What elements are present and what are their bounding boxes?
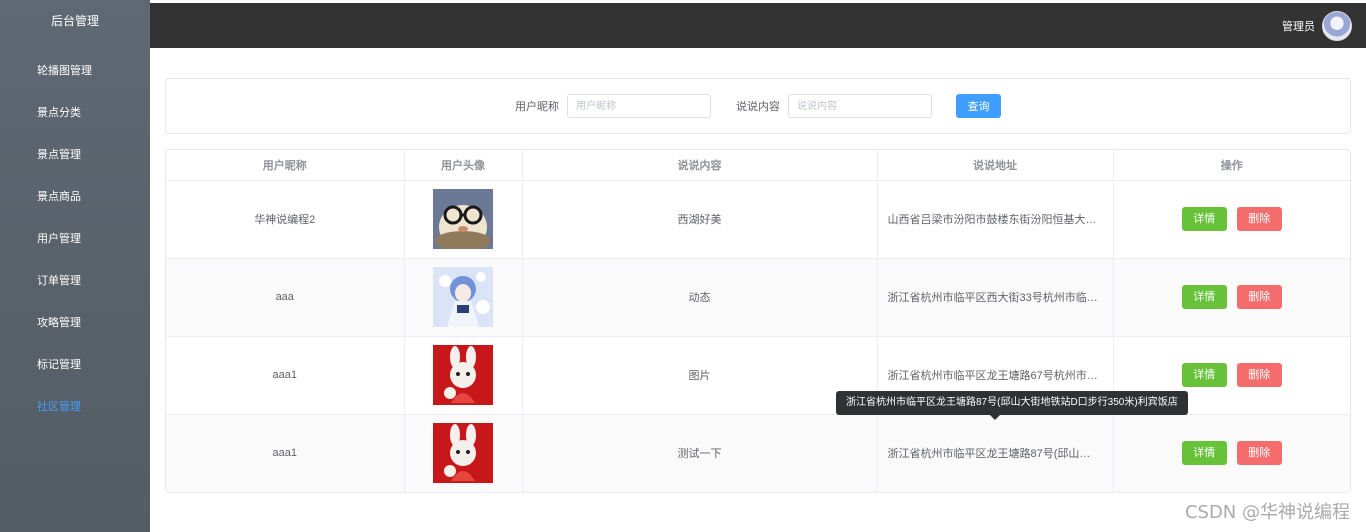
glasses-plush-image	[433, 189, 493, 249]
sidebar-item-scenic-category[interactable]: 景点分类	[0, 92, 150, 134]
detail-button[interactable]: 详情	[1181, 363, 1227, 387]
cell-nickname: aaa1	[166, 414, 405, 493]
cell-content: 动态	[522, 258, 878, 337]
sidebar-item-scenic-goods[interactable]: 景点商品	[0, 176, 150, 218]
nickname-label: 用户昵称	[515, 101, 559, 113]
sidebar-item-scenic[interactable]: 景点管理	[0, 134, 150, 176]
cell-actions: 详情 删除	[1113, 180, 1350, 259]
column-header-avatar: 用户头像	[404, 150, 523, 181]
red-rabbit-image	[433, 423, 493, 483]
column-header-actions: 操作	[1113, 150, 1350, 181]
cell-address[interactable]: 山西省吕梁市汾阳市鼓楼东街汾阳恒基大酒店	[877, 180, 1114, 259]
detail-button[interactable]: 详情	[1181, 207, 1227, 231]
table-row: aaa1	[166, 414, 1350, 493]
cell-actions: 详情 删除	[1113, 414, 1350, 493]
delete-button[interactable]: 删除	[1236, 207, 1282, 231]
cell-content: 图片	[522, 336, 878, 415]
table-row: aaa 动态 浙江省杭州市临平区西大街33号杭州市临平区 详情 删除	[166, 258, 1350, 337]
cell-nickname: 华神说编程2	[166, 180, 405, 259]
user-menu[interactable]: 管理员	[1282, 11, 1352, 41]
sidebar-item-guides[interactable]: 攻略管理	[0, 302, 150, 344]
search-panel: 用户昵称 说说内容 查询	[165, 78, 1351, 134]
content-label: 说说内容	[736, 101, 780, 113]
column-header-address: 说说地址	[877, 150, 1114, 181]
sidebar-item-marks[interactable]: 标记管理	[0, 344, 150, 386]
cell-avatar	[404, 336, 523, 415]
user-name: 管理员	[1282, 21, 1315, 33]
sidebar: 后台管理 轮播图管理 景点分类 景点管理 景点商品 用户管理 订单管理 攻略管理…	[0, 0, 150, 532]
nickname-input[interactable]	[567, 94, 711, 118]
sidebar-menu: 轮播图管理 景点分类 景点管理 景点商品 用户管理 订单管理 攻略管理 标记管理…	[0, 44, 150, 428]
cell-avatar	[404, 258, 523, 337]
content-input[interactable]	[788, 94, 932, 118]
sidebar-item-carousel[interactable]: 轮播图管理	[0, 50, 150, 92]
table-header-row: 用户昵称 用户头像 说说内容 说说地址 操作	[166, 150, 1350, 181]
topbar: 管理员	[150, 3, 1366, 48]
delete-button[interactable]: 删除	[1236, 285, 1282, 309]
cell-address[interactable]: 浙江省杭州市临平区西大街33号杭州市临平区	[877, 258, 1114, 337]
delete-button[interactable]: 删除	[1236, 441, 1282, 465]
sidebar-item-community[interactable]: 社区管理	[0, 386, 150, 428]
sidebar-item-orders[interactable]: 订单管理	[0, 260, 150, 302]
sidebar-item-users[interactable]: 用户管理	[0, 218, 150, 260]
cell-content: 西湖好美	[522, 180, 878, 259]
anime-girl-image	[433, 267, 493, 327]
cell-avatar	[404, 180, 523, 259]
sidebar-title: 后台管理	[50, 14, 99, 28]
table-row: 华神说编程2 西湖好美 山西省吕梁市汾阳市鼓楼东街汾阳恒基大酒店 详情 删除	[166, 180, 1350, 259]
address-tooltip: 浙江省杭州市临平区龙王塘路87号(邱山大街地铁站D口步行350米)利宾饭店	[836, 391, 1188, 420]
cell-nickname: aaa1	[166, 336, 405, 415]
cell-avatar	[404, 414, 523, 493]
cell-nickname: aaa	[166, 258, 405, 337]
cell-content: 测试一下	[522, 414, 878, 493]
column-header-content: 说说内容	[522, 150, 878, 181]
posts-table: 用户昵称 用户头像 说说内容 说说地址 操作 华神说编程2 西湖好美 山西省吕梁…	[165, 149, 1351, 493]
watermark: CSDN @华神说编程	[1184, 502, 1350, 523]
column-header-nickname: 用户昵称	[166, 150, 405, 181]
detail-button[interactable]: 详情	[1181, 285, 1227, 309]
cell-actions: 详情 删除	[1113, 258, 1350, 337]
detail-button[interactable]: 详情	[1181, 441, 1227, 465]
cell-address[interactable]: 浙江省杭州市临平区龙王塘路87号(邱山大街地铁站D口步行350米)利宾饭店	[877, 414, 1114, 493]
admin-app: 后台管理 轮播图管理 景点分类 景点管理 景点商品 用户管理 订单管理 攻略管理…	[0, 0, 1366, 532]
user-avatar[interactable]	[1322, 11, 1352, 41]
query-button[interactable]: 查询	[956, 94, 1001, 118]
red-rabbit-image	[433, 345, 493, 405]
delete-button[interactable]: 删除	[1236, 363, 1282, 387]
